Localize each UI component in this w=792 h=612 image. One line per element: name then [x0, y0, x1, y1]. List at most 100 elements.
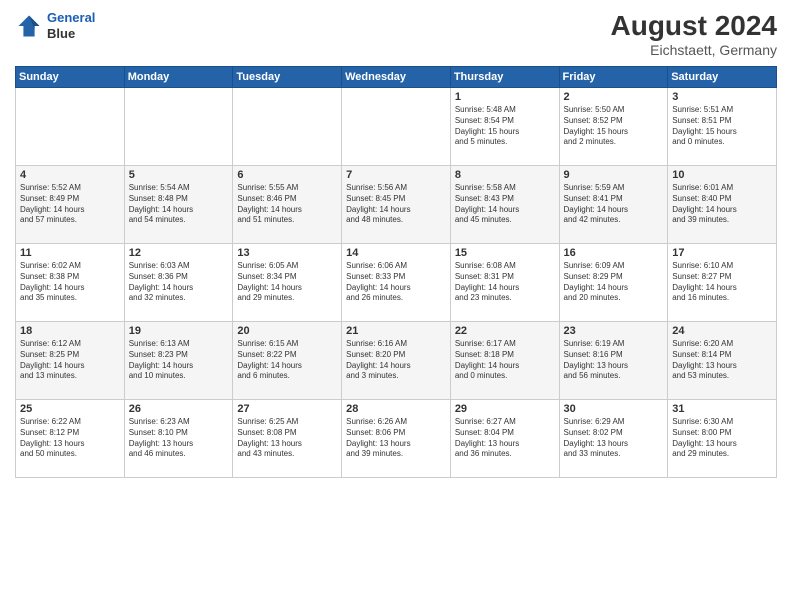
day-number: 30: [564, 403, 664, 415]
calendar-cell: 12 Sunrise: 6:03 AM Sunset: 8:36 PM Dayli…: [124, 244, 233, 322]
calendar-cell: 25Sunrise: 6:22 AM Sunset: 8:12 PM Dayli…: [16, 400, 125, 478]
day-number: 23: [564, 325, 664, 337]
day-number: 3: [672, 91, 772, 103]
day-info: Sunrise: 6:15 AM Sunset: 8:22 PM Dayligh…: [237, 339, 337, 382]
day-number: 17: [672, 247, 772, 259]
day-info: Sunrise: 6:02 AM Sunset: 8:38 PM Dayligh…: [20, 261, 120, 304]
header-friday: Friday: [559, 67, 668, 88]
calendar-cell: 20 Sunrise: 6:15 AM Sunset: 8:22 PM Dayli…: [233, 322, 342, 400]
day-number: 31: [672, 403, 772, 415]
calendar-cell: 29Sunrise: 6:27 AM Sunset: 8:04 PM Dayli…: [450, 400, 559, 478]
day-number: 11: [20, 247, 120, 259]
logo-icon: [15, 12, 43, 40]
day-number: 15: [455, 247, 555, 259]
month-year: August 2024: [611, 10, 778, 42]
calendar-cell: 2 Sunrise: 5:50 AM Sunset: 8:52 PM Daylig…: [559, 88, 668, 166]
day-info: Sunrise: 5:54 AM Sunset: 8:48 PM Dayligh…: [129, 183, 229, 226]
calendar-cell: 19Sunrise: 6:13 AM Sunset: 8:23 PM Dayli…: [124, 322, 233, 400]
calendar-cell: 4Sunrise: 5:52 AM Sunset: 8:49 PM Daylig…: [16, 166, 125, 244]
calendar-cell: 26 Sunrise: 6:23 AM Sunset: 8:10 PM Dayli…: [124, 400, 233, 478]
header-sunday: Sunday: [16, 67, 125, 88]
day-number: 20: [237, 325, 337, 337]
day-number: 12: [129, 247, 229, 259]
day-number: 10: [672, 169, 772, 181]
calendar-cell: 9 Sunrise: 5:59 AM Sunset: 8:41 PM Daylig…: [559, 166, 668, 244]
header-saturday: Saturday: [668, 67, 777, 88]
day-info: Sunrise: 6:09 AM Sunset: 8:29 PM Dayligh…: [564, 261, 664, 304]
calendar-cell: 10 Sunrise: 6:01 AM Sunset: 8:40 PM Dayli…: [668, 166, 777, 244]
day-info: Sunrise: 5:50 AM Sunset: 8:52 PM Dayligh…: [564, 105, 664, 148]
day-info: Sunrise: 6:20 AM Sunset: 8:14 PM Dayligh…: [672, 339, 772, 382]
calendar-week-1: 1 Sunrise: 5:48 AM Sunset: 8:54 PM Daylig…: [16, 88, 777, 166]
calendar-week-2: 4Sunrise: 5:52 AM Sunset: 8:49 PM Daylig…: [16, 166, 777, 244]
calendar-cell: 13 Sunrise: 6:05 AM Sunset: 8:34 PM Dayli…: [233, 244, 342, 322]
day-number: 2: [564, 91, 664, 103]
day-info: Sunrise: 5:55 AM Sunset: 8:46 PM Dayligh…: [237, 183, 337, 226]
day-number: 22: [455, 325, 555, 337]
header-monday: Monday: [124, 67, 233, 88]
logo: General Blue: [15, 10, 95, 41]
day-info: Sunrise: 6:01 AM Sunset: 8:40 PM Dayligh…: [672, 183, 772, 226]
calendar-cell: 24 Sunrise: 6:20 AM Sunset: 8:14 PM Dayli…: [668, 322, 777, 400]
day-info: Sunrise: 5:56 AM Sunset: 8:45 PM Dayligh…: [346, 183, 446, 226]
header-thursday: Thursday: [450, 67, 559, 88]
day-number: 7: [346, 169, 446, 181]
day-info: Sunrise: 5:51 AM Sunset: 8:51 PM Dayligh…: [672, 105, 772, 148]
day-number: 24: [672, 325, 772, 337]
day-number: 1: [455, 91, 555, 103]
header-tuesday: Tuesday: [233, 67, 342, 88]
calendar-cell: 15 Sunrise: 6:08 AM Sunset: 8:31 PM Dayli…: [450, 244, 559, 322]
calendar-cell: [16, 88, 125, 166]
header-wednesday: Wednesday: [342, 67, 451, 88]
calendar-week-3: 11 Sunrise: 6:02 AM Sunset: 8:38 PM Dayli…: [16, 244, 777, 322]
day-info: Sunrise: 6:03 AM Sunset: 8:36 PM Dayligh…: [129, 261, 229, 304]
logo-line2: Blue: [47, 26, 95, 42]
day-number: 21: [346, 325, 446, 337]
day-info: Sunrise: 6:08 AM Sunset: 8:31 PM Dayligh…: [455, 261, 555, 304]
day-number: 27: [237, 403, 337, 415]
day-info: Sunrise: 5:52 AM Sunset: 8:49 PM Dayligh…: [20, 183, 120, 226]
day-info: Sunrise: 6:29 AM Sunset: 8:02 PM Dayligh…: [564, 417, 664, 460]
day-info: Sunrise: 5:58 AM Sunset: 8:43 PM Dayligh…: [455, 183, 555, 226]
calendar-cell: 18 Sunrise: 6:12 AM Sunset: 8:25 PM Dayli…: [16, 322, 125, 400]
day-info: Sunrise: 6:16 AM Sunset: 8:20 PM Dayligh…: [346, 339, 446, 382]
logo-text: General Blue: [47, 10, 95, 41]
calendar-cell: 17 Sunrise: 6:10 AM Sunset: 8:27 PM Dayli…: [668, 244, 777, 322]
calendar-week-5: 25Sunrise: 6:22 AM Sunset: 8:12 PM Dayli…: [16, 400, 777, 478]
calendar-cell: 16 Sunrise: 6:09 AM Sunset: 8:29 PM Dayli…: [559, 244, 668, 322]
day-info: Sunrise: 5:48 AM Sunset: 8:54 PM Dayligh…: [455, 105, 555, 148]
day-number: 9: [564, 169, 664, 181]
day-number: 8: [455, 169, 555, 181]
day-info: Sunrise: 6:12 AM Sunset: 8:25 PM Dayligh…: [20, 339, 120, 382]
title-block: August 2024 Eichstaett, Germany: [611, 10, 778, 58]
calendar-header-row: Sunday Monday Tuesday Wednesday Thursday…: [16, 67, 777, 88]
day-info: Sunrise: 6:19 AM Sunset: 8:16 PM Dayligh…: [564, 339, 664, 382]
day-number: 5: [129, 169, 229, 181]
day-number: 14: [346, 247, 446, 259]
calendar-cell: 6Sunrise: 5:55 AM Sunset: 8:46 PM Daylig…: [233, 166, 342, 244]
calendar-cell: 30 Sunrise: 6:29 AM Sunset: 8:02 PM Dayli…: [559, 400, 668, 478]
day-info: Sunrise: 6:05 AM Sunset: 8:34 PM Dayligh…: [237, 261, 337, 304]
calendar-cell: 14Sunrise: 6:06 AM Sunset: 8:33 PM Dayli…: [342, 244, 451, 322]
day-number: 13: [237, 247, 337, 259]
day-info: Sunrise: 6:27 AM Sunset: 8:04 PM Dayligh…: [455, 417, 555, 460]
calendar-cell: 31Sunrise: 6:30 AM Sunset: 8:00 PM Dayli…: [668, 400, 777, 478]
calendar-cell: 8 Sunrise: 5:58 AM Sunset: 8:43 PM Daylig…: [450, 166, 559, 244]
day-info: Sunrise: 6:22 AM Sunset: 8:12 PM Dayligh…: [20, 417, 120, 460]
day-number: 16: [564, 247, 664, 259]
calendar-cell: 1 Sunrise: 5:48 AM Sunset: 8:54 PM Daylig…: [450, 88, 559, 166]
location: Eichstaett, Germany: [611, 42, 778, 58]
day-info: Sunrise: 6:10 AM Sunset: 8:27 PM Dayligh…: [672, 261, 772, 304]
day-number: 26: [129, 403, 229, 415]
day-number: 28: [346, 403, 446, 415]
calendar-cell: 23 Sunrise: 6:19 AM Sunset: 8:16 PM Dayli…: [559, 322, 668, 400]
page-container: General Blue August 2024 Eichstaett, Ger…: [0, 0, 792, 612]
calendar-table: Sunday Monday Tuesday Wednesday Thursday…: [15, 66, 777, 478]
calendar-cell: 28Sunrise: 6:26 AM Sunset: 8:06 PM Dayli…: [342, 400, 451, 478]
calendar-cell: 5 Sunrise: 5:54 AM Sunset: 8:48 PM Daylig…: [124, 166, 233, 244]
day-number: 18: [20, 325, 120, 337]
day-number: 19: [129, 325, 229, 337]
day-info: Sunrise: 6:23 AM Sunset: 8:10 PM Dayligh…: [129, 417, 229, 460]
day-info: Sunrise: 5:59 AM Sunset: 8:41 PM Dayligh…: [564, 183, 664, 226]
calendar-cell: [233, 88, 342, 166]
